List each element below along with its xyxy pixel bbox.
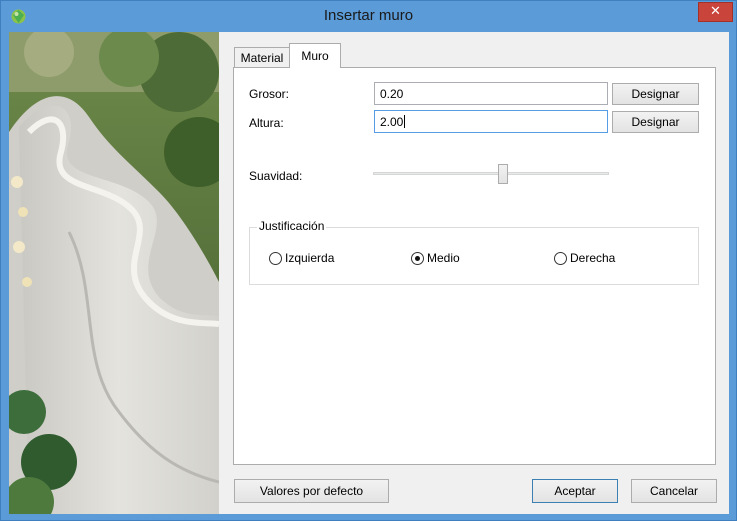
designar-altura-button[interactable]: Designar <box>612 111 699 133</box>
accept-button[interactable]: Aceptar <box>532 479 618 503</box>
suavidad-slider-track[interactable] <box>373 172 609 175</box>
radio-izquierda-circle[interactable] <box>269 252 282 265</box>
dialog-window: Insertar muro ✕ Material Muro Grosor: 0.… <box>0 0 737 521</box>
tab-panel-muro: Grosor: 0.20 Designar Altura: 2.00 Desig… <box>233 67 716 465</box>
accept-button-label: Aceptar <box>554 484 596 498</box>
close-button[interactable]: ✕ <box>698 2 733 22</box>
grosor-label: Grosor: <box>249 87 290 101</box>
designar-grosor-label: Designar <box>631 87 680 101</box>
tab-muro-label: Muro <box>301 49 329 63</box>
tab-muro[interactable]: Muro <box>289 43 341 68</box>
justificacion-group: Justificación Izquierda Medio Derecha <box>249 219 699 285</box>
dialog-body: Material Muro Grosor: 0.20 Designar Altu… <box>9 32 729 514</box>
defaults-button[interactable]: Valores por defecto <box>234 479 389 503</box>
designar-altura-label: Designar <box>631 115 680 129</box>
radio-derecha-circle[interactable] <box>554 252 567 265</box>
defaults-button-label: Valores por defecto <box>259 484 364 498</box>
altura-value: 2.00 <box>380 115 404 129</box>
justificacion-title: Justificación <box>257 219 327 233</box>
cancel-button-label: Cancelar <box>649 484 699 498</box>
designar-grosor-button[interactable]: Designar <box>612 83 699 105</box>
radio-medio-circle[interactable] <box>411 252 424 265</box>
tab-material-label: Material <box>240 51 284 65</box>
suavidad-slider-thumb[interactable] <box>497 164 508 184</box>
title-bar[interactable]: Insertar muro ✕ <box>1 1 736 32</box>
grosor-value: 0.20 <box>380 87 404 101</box>
grosor-field[interactable]: 0.20 <box>374 82 608 105</box>
radio-derecha-label: Derecha <box>570 251 616 265</box>
close-icon: ✕ <box>710 4 721 19</box>
window-title: Insertar muro <box>323 7 414 24</box>
wall-preview-image <box>9 32 219 514</box>
altura-label: Altura: <box>249 116 284 130</box>
suavidad-label: Suavidad: <box>249 169 303 183</box>
cancel-button[interactable]: Cancelar <box>631 479 717 503</box>
text-caret <box>404 115 406 128</box>
radio-medio-label: Medio <box>427 251 460 265</box>
radio-izquierda-label: Izquierda <box>285 251 335 265</box>
tab-material[interactable]: Material <box>234 47 290 67</box>
altura-field[interactable]: 2.00 <box>374 110 608 133</box>
